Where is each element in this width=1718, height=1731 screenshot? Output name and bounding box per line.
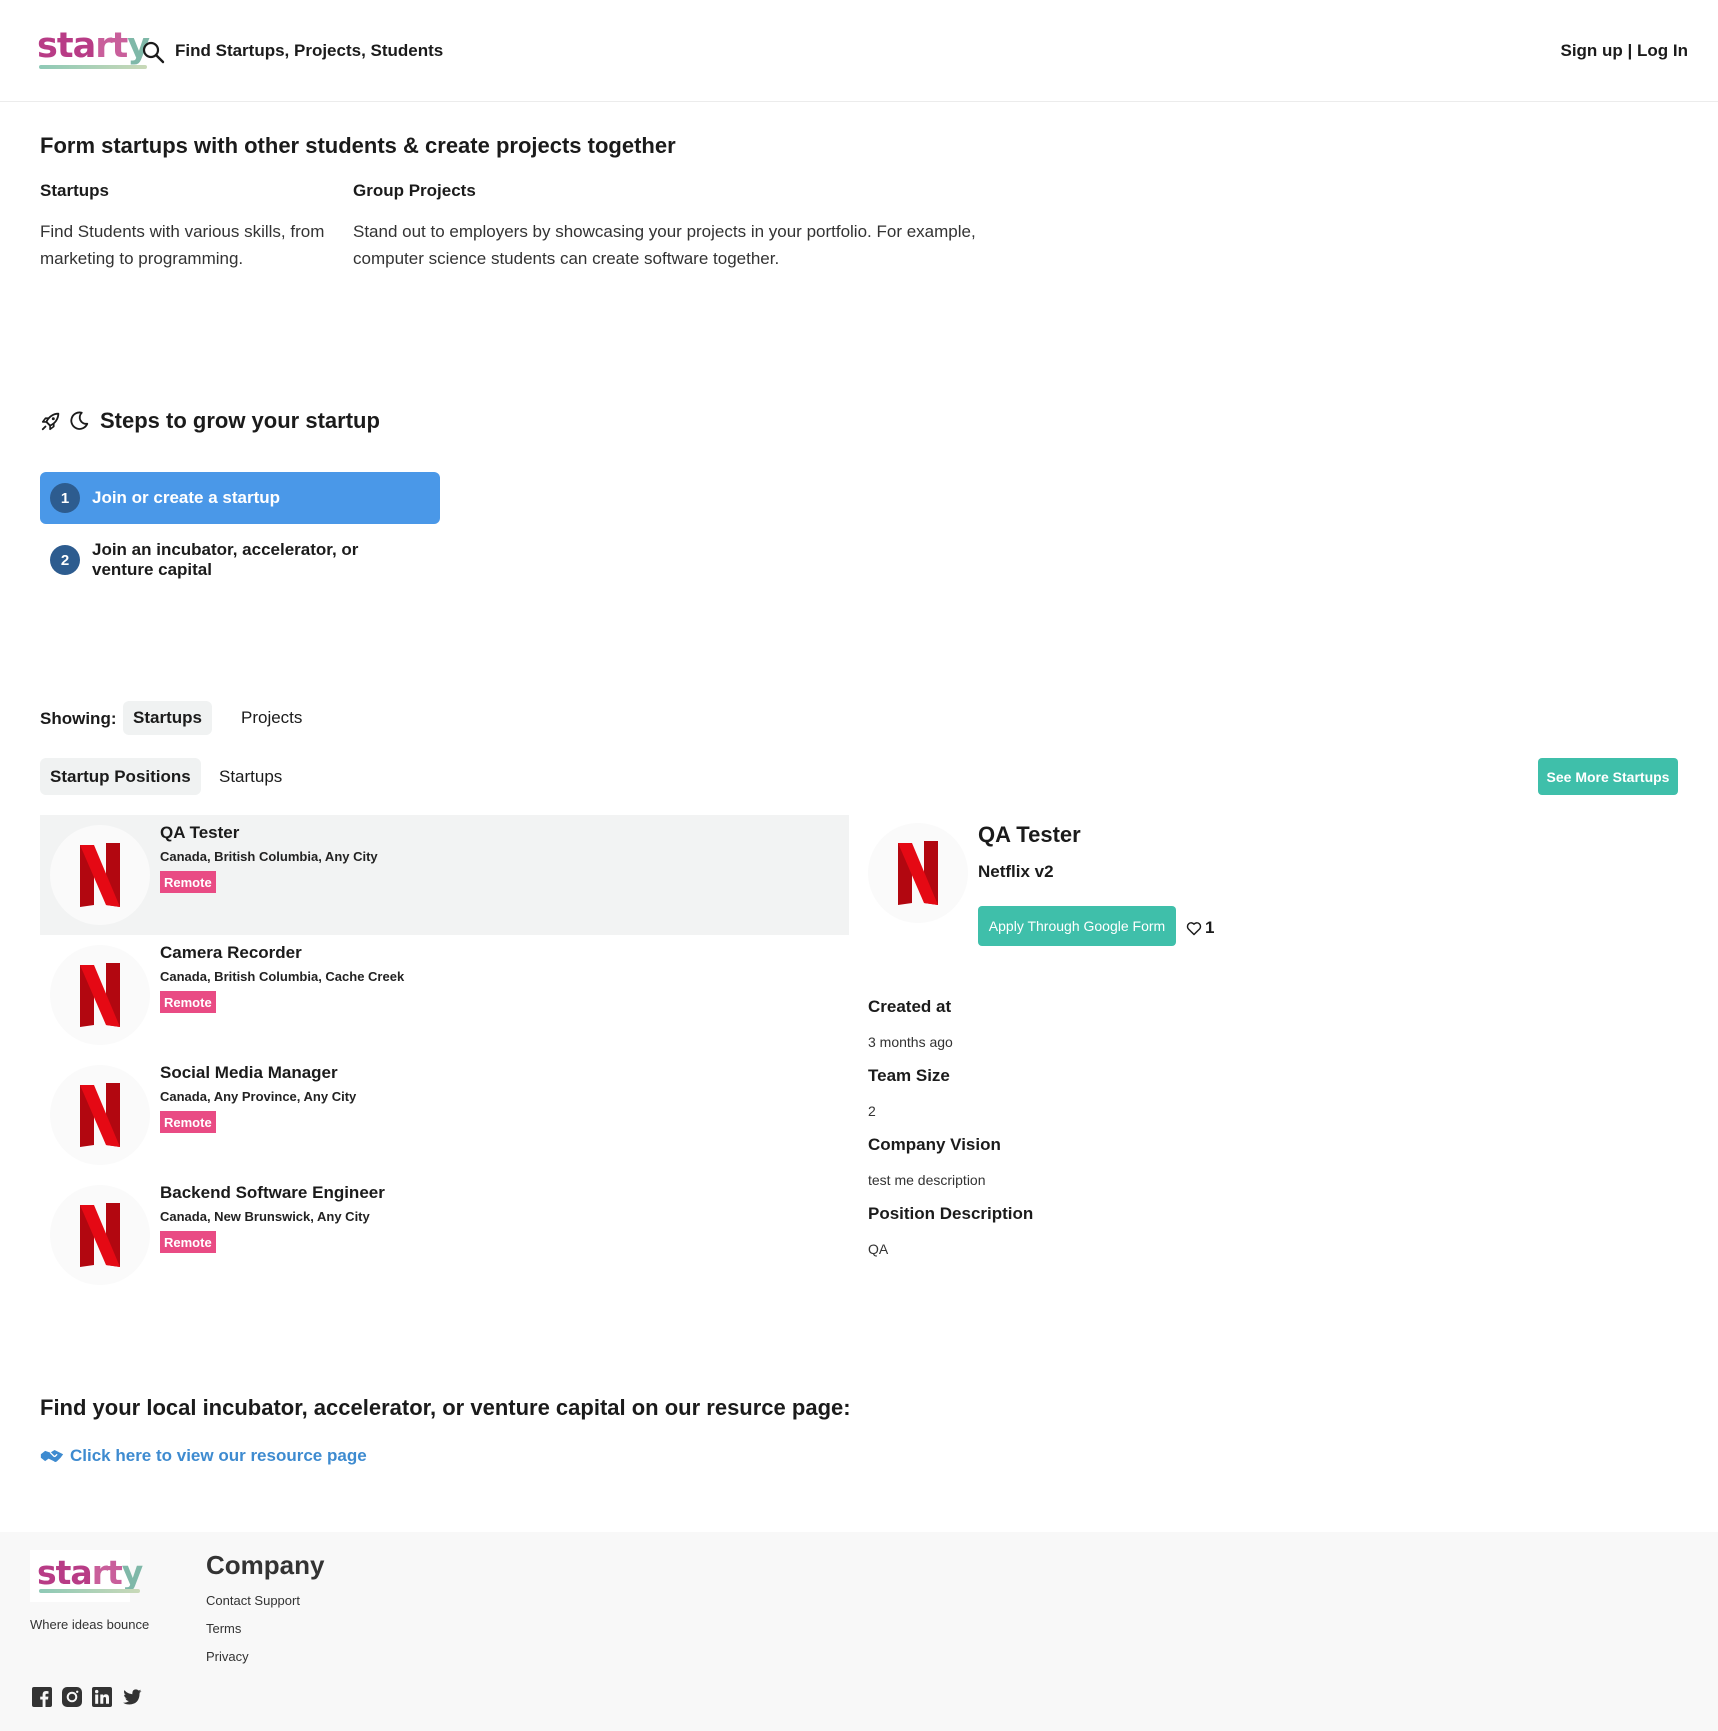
steps-title: Steps to grow your startup — [100, 408, 380, 433]
terms-link[interactable]: Terms — [206, 1621, 241, 1636]
footer: starty Where ideas bounce Company Contac… — [0, 1532, 1718, 1731]
netflix-logo — [50, 825, 150, 925]
position-item-qa-tester[interactable]: QA Tester Canada, British Columbia, Any … — [40, 815, 849, 935]
step-label: Join or create a startup — [92, 488, 281, 507]
step-join-incubator[interactable]: 2 Join an incubator, accelerator, or ven… — [40, 535, 440, 585]
like-button[interactable]: 1 — [1186, 918, 1214, 938]
resource-title: Find your local incubator, accelerator, … — [40, 1395, 851, 1420]
tab-projects[interactable]: Projects — [231, 701, 312, 735]
remote-badge: Remote — [160, 991, 216, 1013]
company-vision-value: test me description — [868, 1172, 986, 1188]
footer-tagline: Where ideas bounce — [30, 1617, 150, 1632]
team-size-label: Team Size — [868, 1066, 950, 1085]
footer-company-title: Company — [206, 1550, 325, 1580]
logo-text-part1: sta — [37, 26, 96, 66]
group-projects-column-text: Stand out to employers by showcasing you… — [353, 222, 976, 268]
position-title: Camera Recorder — [160, 943, 302, 962]
detail-company-name: Netflix v2 — [978, 862, 1054, 881]
twitter-icon[interactable] — [122, 1687, 142, 1707]
netflix-logo — [50, 945, 150, 1045]
heart-icon — [1186, 921, 1202, 935]
starty-logo[interactable]: starty — [37, 26, 150, 69]
auth-separator: | — [1622, 41, 1638, 60]
position-title: Backend Software Engineer — [160, 1183, 385, 1202]
position-description-label: Position Description — [868, 1204, 1034, 1223]
logo-text-part3: y — [121, 1553, 143, 1592]
handshake-icon — [40, 1450, 64, 1462]
signup-link[interactable]: Sign up — [1560, 41, 1622, 60]
created-at-value: 3 months ago — [868, 1034, 953, 1050]
remote-badge: Remote — [160, 871, 216, 893]
apply-google-form-button[interactable]: Apply Through Google Form — [978, 906, 1176, 946]
moon-icon — [70, 411, 89, 430]
starty-logo[interactable]: starty — [37, 1553, 143, 1593]
step-number: 1 — [50, 483, 80, 513]
linkedin-icon[interactable] — [92, 1687, 112, 1707]
remote-badge: Remote — [160, 1231, 216, 1253]
team-size-value: 2 — [868, 1103, 876, 1119]
positions-list: QA Tester Canada, British Columbia, Any … — [40, 815, 849, 1295]
search-icon[interactable] — [141, 40, 165, 64]
resource-page-link[interactable]: Click here to view our resource page — [40, 1446, 367, 1466]
footer-logo-box: starty — [30, 1550, 143, 1602]
position-title: QA Tester — [160, 823, 240, 842]
subtab-startup-positions[interactable]: Startup Positions — [40, 758, 201, 795]
position-item-backend-software-engineer[interactable]: Backend Software Engineer Canada, New Br… — [40, 1175, 849, 1295]
instagram-icon[interactable] — [62, 1687, 82, 1707]
subtab-startups[interactable]: Startups — [209, 758, 292, 795]
logo-underline — [39, 1589, 141, 1593]
position-item-social-media-manager[interactable]: Social Media Manager Canada, Any Provinc… — [40, 1055, 849, 1175]
group-projects-column-title: Group Projects — [353, 181, 476, 200]
rocket-icon — [41, 412, 60, 431]
position-location: Canada, New Brunswick, Any City — [160, 1209, 370, 1224]
like-count: 1 — [1205, 918, 1215, 937]
logo-text-part2: rt — [95, 26, 128, 66]
startups-column-title: Startups — [40, 181, 109, 200]
netflix-logo — [868, 823, 968, 923]
contact-support-link[interactable]: Contact Support — [206, 1593, 300, 1608]
top-navbar: starty Find Startups, Projects, Students… — [0, 0, 1718, 102]
netflix-logo — [50, 1065, 150, 1165]
position-location: Canada, British Columbia, Cache Creek — [160, 969, 405, 984]
see-more-startups-button[interactable]: See More Startups — [1538, 758, 1678, 795]
logo-text-part1: sta — [37, 1553, 93, 1592]
hero-title: Form startups with other students & crea… — [40, 133, 676, 158]
position-location: Canada, British Columbia, Any City — [160, 849, 378, 864]
tab-startups[interactable]: Startups — [123, 701, 212, 735]
logo-text-part2: rt — [91, 1553, 123, 1592]
step-join-or-create-startup[interactable]: 1 Join or create a startup — [40, 472, 440, 524]
step-number: 2 — [50, 545, 80, 575]
facebook-icon[interactable] — [32, 1687, 52, 1707]
position-item-camera-recorder[interactable]: Camera Recorder Canada, British Columbia… — [40, 935, 849, 1055]
search-input[interactable]: Find Startups, Projects, Students — [175, 41, 443, 61]
showing-label: Showing: — [40, 709, 117, 728]
auth-links: Sign up | Log In — [1560, 41, 1688, 61]
company-vision-label: Company Vision — [868, 1135, 1001, 1154]
created-at-label: Created at — [868, 997, 952, 1016]
netflix-logo — [50, 1185, 150, 1285]
logo-underline — [39, 65, 148, 69]
login-link[interactable]: Log In — [1637, 41, 1688, 60]
step-label: Join an incubator, accelerator, or ventu… — [92, 540, 359, 579]
position-title: Social Media Manager — [160, 1063, 338, 1082]
privacy-link[interactable]: Privacy — [206, 1649, 249, 1664]
resource-link-text: Click here to view our resource page — [70, 1446, 367, 1465]
steps-header: Steps to grow your startup — [40, 406, 380, 436]
startups-column-text: Find Students with various skills, from … — [40, 222, 325, 268]
position-description-value: QA — [868, 1241, 889, 1257]
position-location: Canada, Any Province, Any City — [160, 1089, 357, 1104]
remote-badge: Remote — [160, 1111, 216, 1133]
detail-position-title: QA Tester — [978, 822, 1081, 847]
